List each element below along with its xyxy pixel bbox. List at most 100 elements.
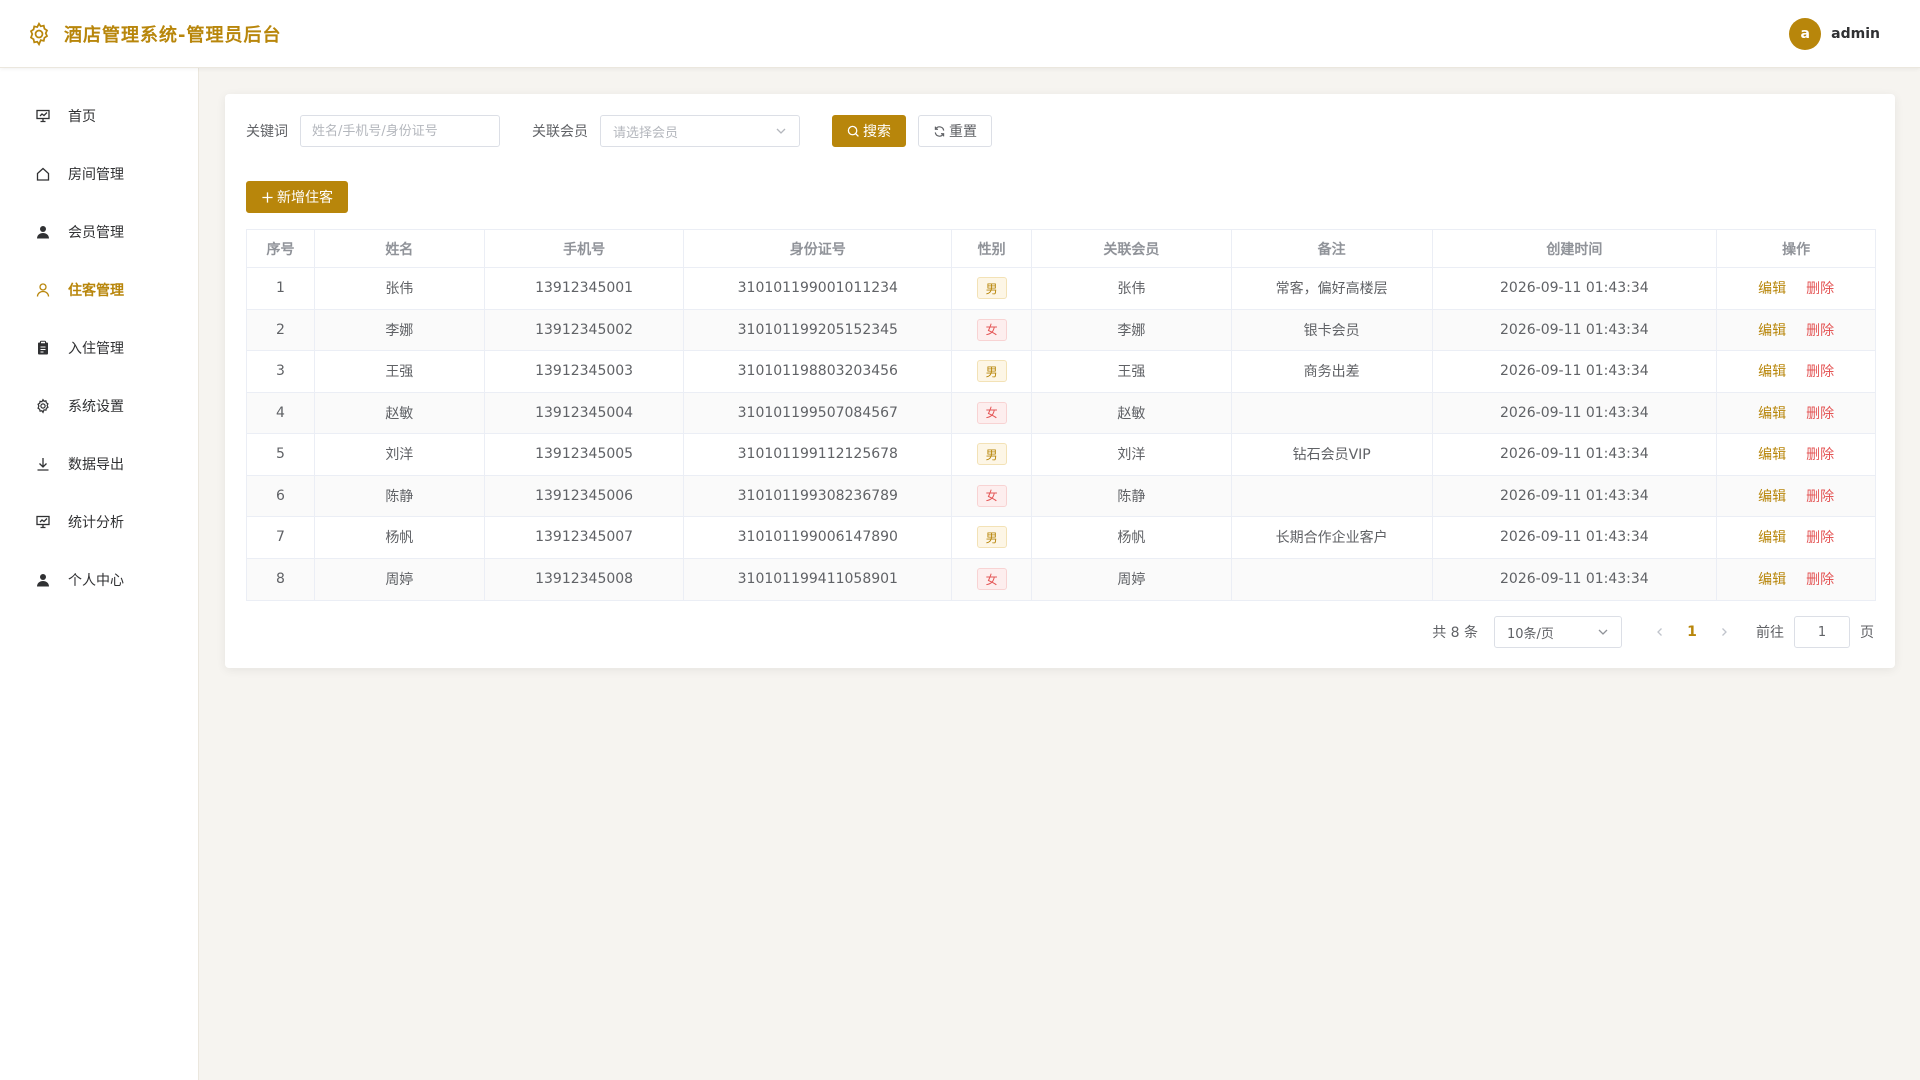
table-cell: 钻石会员VIP (1232, 434, 1433, 475)
table-cell (1232, 558, 1433, 600)
edit-link[interactable]: 编辑 (1758, 320, 1786, 340)
table-cell: 2026-09-11 01:43:34 (1433, 392, 1718, 433)
gender-tag: 女 (976, 318, 1007, 341)
edit-link[interactable]: 编辑 (1758, 569, 1786, 589)
sidebar-item-label: 住客管理 (68, 283, 124, 299)
guest-id-card: 310101199308236789 (737, 487, 898, 504)
edit-link[interactable]: 编辑 (1758, 527, 1786, 547)
member-select[interactable]: 请选择会员 (600, 115, 800, 147)
table-cell: 13912345001 (485, 268, 685, 309)
sidebar-item-label: 会员管理 (68, 225, 124, 241)
edit-link[interactable]: 编辑 (1758, 444, 1786, 464)
edit-link[interactable]: 编辑 (1758, 486, 1786, 506)
delete-link[interactable]: 删除 (1806, 361, 1834, 381)
user-filled-icon (34, 571, 52, 589)
sidebar-item[interactable]: 房间管理 (0, 145, 198, 203)
guest-name: 周婷 (385, 572, 414, 589)
add-guest-button[interactable]: 新增住客 (246, 181, 348, 213)
actions-cell: 编辑 删除 (1717, 517, 1875, 558)
delete-link[interactable]: 删除 (1806, 403, 1834, 423)
prev-page-button[interactable] (1644, 616, 1676, 648)
sidebar-item-label: 入住管理 (68, 341, 124, 357)
table-cell: 2026-09-11 01:43:34 (1433, 475, 1718, 516)
table-cell: 13912345003 (485, 351, 685, 392)
created-time: 2026-09-11 01:43:34 (1500, 321, 1649, 338)
table-row: 2 李娜 13912345002 310101199205152345 女 李娜 银卡会员 2… (247, 309, 1875, 351)
row-index: 6 (276, 487, 285, 504)
table-cell: 赵敏 (1032, 392, 1232, 433)
reset-button[interactable]: 重置 (918, 115, 992, 147)
edit-link[interactable]: 编辑 (1758, 403, 1786, 423)
created-time: 2026-09-11 01:43:34 (1500, 363, 1649, 380)
page-number-current[interactable]: 1 (1676, 616, 1708, 648)
linked-member: 陈静 (1117, 488, 1146, 505)
table-cell: 310101199308236789 (684, 475, 953, 516)
sidebar-item[interactable]: 入住管理 (0, 319, 198, 377)
avatar[interactable]: a (1789, 17, 1822, 50)
edit-link[interactable]: 编辑 (1758, 361, 1786, 381)
guest-management-card: 关键词 关联会员 请选择会员 搜索 重置 新增住客 序号 (225, 94, 1895, 668)
username[interactable]: admin (1831, 26, 1880, 42)
sidebar-item[interactable]: 住客管理 (0, 261, 198, 319)
column-header: 关联会员 (1032, 230, 1232, 267)
table-cell: 310101199411058901 (684, 558, 953, 600)
created-time: 2026-09-11 01:43:34 (1500, 446, 1649, 463)
delete-link[interactable]: 删除 (1806, 278, 1834, 298)
table-cell: 13912345008 (485, 558, 685, 600)
table-cell: 杨帆 (1032, 517, 1232, 558)
table-cell: 李娜 (1032, 309, 1232, 350)
user-menu[interactable]: a admin (1789, 17, 1880, 50)
page-size-value: 10条/页 (1507, 626, 1554, 642)
table-cell: 张伟 (315, 268, 485, 309)
sidebar-item[interactable]: 个人中心 (0, 551, 198, 609)
table-cell: 长期合作企业客户 (1232, 517, 1433, 558)
goto-page-input[interactable] (1794, 616, 1850, 648)
user-outline-icon (34, 281, 52, 299)
next-page-button[interactable] (1708, 616, 1740, 648)
guest-phone: 13912345008 (535, 571, 634, 588)
created-time: 2026-09-11 01:43:34 (1500, 529, 1649, 546)
guest-phone: 13912345005 (535, 446, 634, 463)
sidebar-item[interactable]: 首页 (0, 87, 198, 145)
sidebar: 首页 房间管理会员管理住客管理入住管理系统设置数据导出 统计分析 个人中心 (0, 68, 199, 1080)
table-body: 1 张伟 13912345001 310101199001011234 男 张伟 常客，偏好… (247, 268, 1875, 600)
delete-link[interactable]: 删除 (1806, 569, 1834, 589)
guest-note: 商务出差 (1303, 364, 1360, 381)
gender-tag: 男 (976, 360, 1007, 383)
reset-button-label: 重置 (949, 124, 977, 140)
keyword-input[interactable] (300, 115, 500, 147)
table-cell: 银卡会员 (1232, 309, 1433, 350)
table-cell: 2026-09-11 01:43:34 (1433, 434, 1718, 475)
delete-link[interactable]: 删除 (1806, 486, 1834, 506)
app-title: 酒店管理系统-管理员后台 (64, 24, 282, 46)
sidebar-item[interactable]: 会员管理 (0, 203, 198, 261)
actions-cell: 编辑 删除 (1717, 393, 1875, 434)
guest-phone: 13912345003 (535, 363, 634, 380)
table-cell: 杨帆 (315, 517, 485, 558)
table-cell: 男 (952, 517, 1033, 558)
delete-link[interactable]: 删除 (1806, 320, 1834, 340)
sidebar-item-label: 系统设置 (68, 399, 124, 415)
sidebar-item[interactable]: 数据导出 (0, 435, 198, 493)
column-header: 创建时间 (1433, 230, 1718, 267)
table-cell: 13912345004 (485, 392, 685, 433)
table-cell: 2 (247, 309, 315, 350)
top-bar: 酒店管理系统-管理员后台 a admin (0, 0, 1920, 68)
table-cell: 310101198803203456 (684, 351, 953, 392)
table-cell: 王强 (1032, 351, 1232, 392)
delete-link[interactable]: 删除 (1806, 527, 1834, 547)
sidebar-item[interactable]: 统计分析 (0, 493, 198, 551)
table-cell: 常客，偏好高楼层 (1232, 268, 1433, 309)
delete-link[interactable]: 删除 (1806, 444, 1834, 464)
search-button[interactable]: 搜索 (832, 115, 906, 147)
actions-cell: 编辑 删除 (1717, 268, 1875, 309)
guest-name: 张伟 (385, 281, 414, 298)
page-size-select[interactable]: 10条/页 (1494, 616, 1622, 648)
column-header: 身份证号 (684, 230, 953, 267)
edit-link[interactable]: 编辑 (1758, 278, 1786, 298)
table-cell: 310101199112125678 (684, 434, 953, 475)
sidebar-item[interactable]: 系统设置 (0, 377, 198, 435)
member-label: 关联会员 (532, 124, 588, 140)
table-header: 序号 姓名 手机号 身份证号 性别 关联会员 备注 创建时间 操作 (247, 230, 1875, 268)
actions-cell: 编辑 删除 (1717, 476, 1875, 517)
